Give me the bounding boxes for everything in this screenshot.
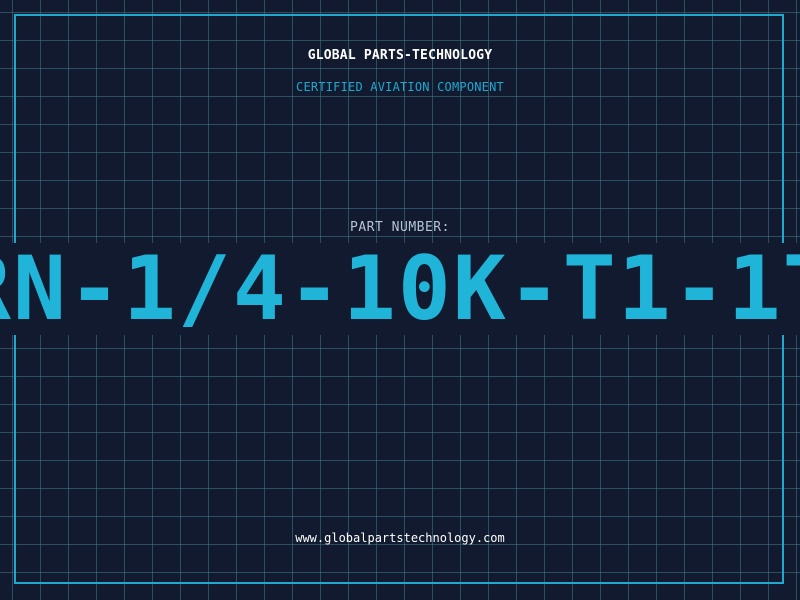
website-url[interactable]: www.globalpartstechnology.com: [0, 531, 800, 545]
part-number-value: RN-1/4-10K-T1-1TRO: [0, 243, 800, 335]
part-number-band: RN-1/4-10K-T1-1TRO: [0, 243, 800, 335]
certification-tagline: CERTIFIED AVIATION COMPONENT: [296, 80, 504, 94]
part-number-label: PART NUMBER:: [350, 220, 450, 235]
part-card: GLOBAL PARTS-TECHNOLOGY CERTIFIED AVIATI…: [0, 0, 800, 600]
company-name: GLOBAL PARTS-TECHNOLOGY: [307, 48, 493, 63]
